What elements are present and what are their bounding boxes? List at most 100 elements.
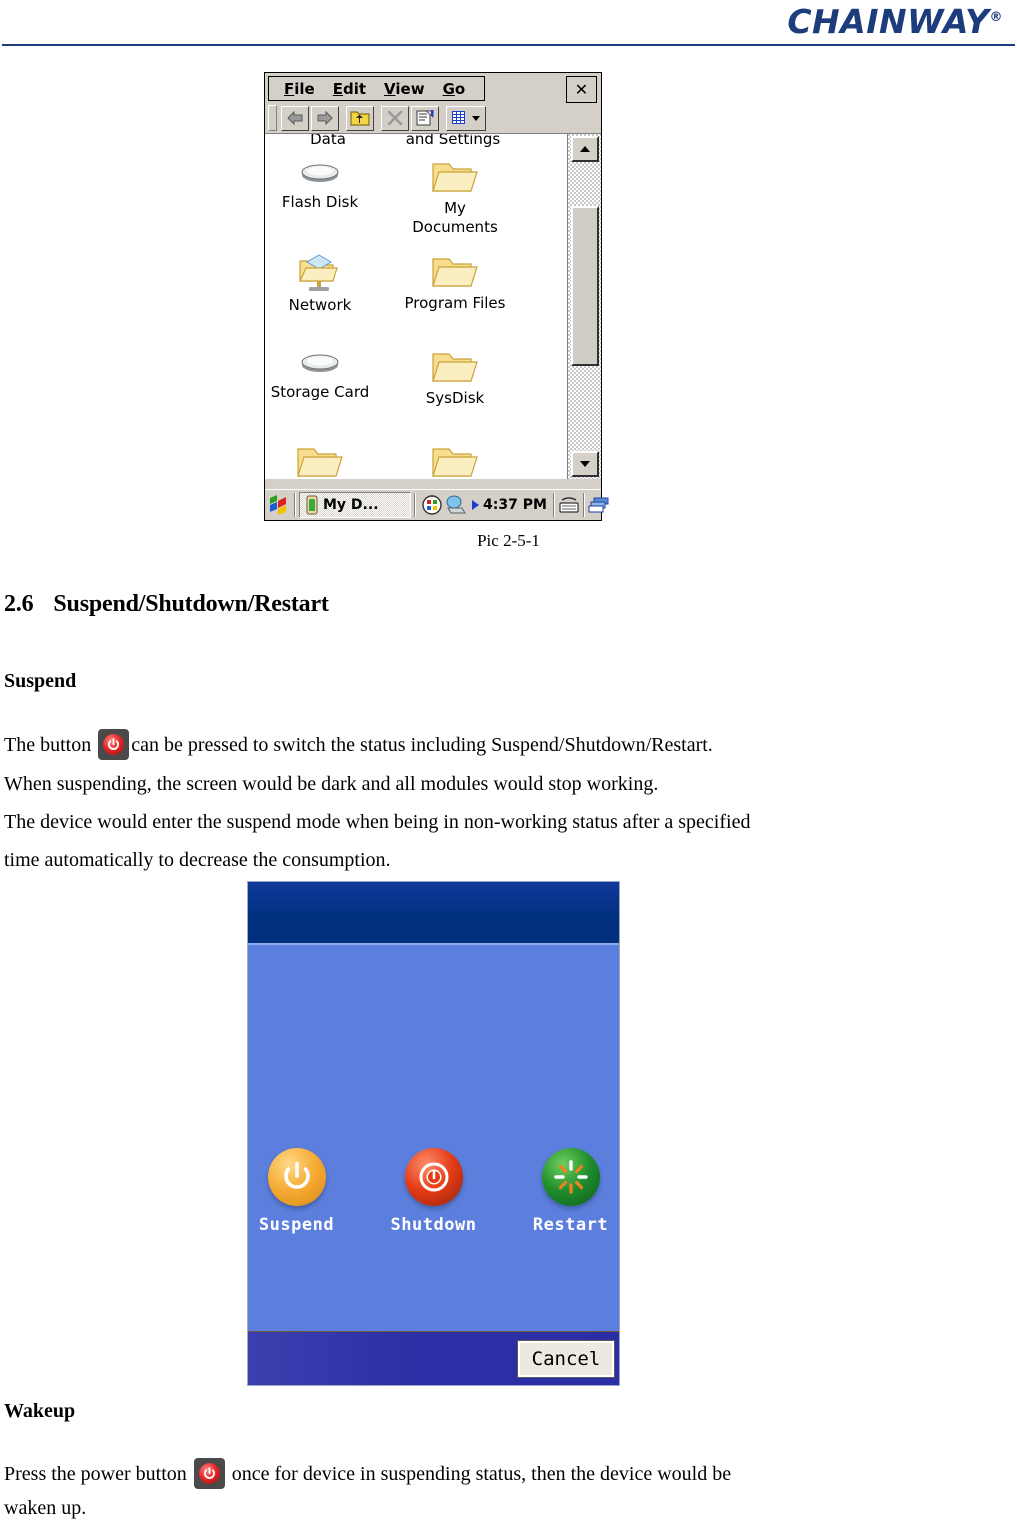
chainway-logo: CHAINWAY® bbox=[787, 2, 1003, 41]
network-folder-icon bbox=[299, 254, 338, 291]
explorer-item-storage-card[interactable]: Storage Card bbox=[265, 348, 375, 443]
brand-name: CHAINWAY bbox=[787, 2, 990, 41]
explorer-item-label: Program Files bbox=[404, 294, 506, 312]
explorer-icon-area: Data and Settings Flash Disk My Document… bbox=[265, 134, 565, 479]
taskbar-clock: 4:37 PM bbox=[483, 497, 547, 513]
explorer-item-flash-disk[interactable]: Flash Disk bbox=[265, 158, 375, 253]
taskbar-divider-3 bbox=[552, 493, 555, 517]
back-arrow-icon[interactable] bbox=[281, 105, 309, 131]
power-button-icon bbox=[193, 1458, 225, 1489]
menu-item-view[interactable]: View bbox=[375, 78, 434, 100]
registered-mark: ® bbox=[989, 10, 1003, 25]
figure-caption-1: Pic 2-5-1 bbox=[477, 531, 540, 550]
explorer-scrollbar[interactable] bbox=[567, 134, 601, 479]
suspend-line1-before: The button bbox=[4, 734, 92, 756]
explorer-item-label: My Documents bbox=[412, 199, 498, 237]
explorer-item-program-files[interactable]: Program Files bbox=[385, 253, 525, 348]
wakeup-line1-after: once for device in suspending status, th… bbox=[231, 1463, 732, 1485]
clipped-label-data: Data bbox=[310, 134, 346, 148]
suspend-heading: Suspend bbox=[4, 670, 77, 692]
explorer-item-my-documents[interactable]: My Documents bbox=[385, 158, 525, 253]
explorer-item-partial-left[interactable] bbox=[265, 443, 375, 479]
wakeup-paragraph-line-2: waken up. bbox=[4, 1497, 87, 1519]
folder-icon bbox=[297, 448, 343, 477]
wakeup-paragraph-line-1: Press the power button once for device i… bbox=[4, 1458, 731, 1489]
windows-start-icon[interactable] bbox=[267, 492, 291, 518]
menu-item-edit[interactable]: Edit bbox=[324, 78, 375, 100]
suspend-paragraph-line-1: The button can be pressed to switch the … bbox=[4, 729, 713, 760]
power-glyph bbox=[98, 729, 129, 760]
section-number: 2.6 bbox=[4, 591, 34, 617]
suspend-line1-after: can be pressed to switch the status incl… bbox=[131, 734, 713, 756]
explorer-menubar: File Edit View Go ✕ bbox=[265, 73, 601, 103]
menu-item-go-rest: o bbox=[454, 79, 466, 98]
explorer-taskbar: My D... 4:37 PM bbox=[265, 489, 609, 520]
tray-grid-icon bbox=[422, 495, 442, 515]
header-divider bbox=[2, 44, 1015, 46]
taskbar-divider-2 bbox=[414, 493, 416, 517]
explorer-icon-grid: Flash Disk My Documents Network Program … bbox=[265, 158, 565, 479]
view-list-dropdown-icon[interactable] bbox=[446, 105, 486, 131]
toolbar-grip[interactable] bbox=[268, 105, 277, 131]
dialog-header-bar bbox=[248, 882, 619, 945]
clipped-label-row: Data and Settings bbox=[265, 134, 565, 148]
wakeup-line1-before: Press the power button bbox=[4, 1463, 187, 1485]
explorer-item-sysdisk[interactable]: SysDisk bbox=[385, 348, 525, 443]
clipped-label-and-settings: and Settings bbox=[405, 134, 501, 148]
window-switch-icon[interactable] bbox=[588, 495, 610, 515]
taskbar-divider-4 bbox=[582, 493, 585, 517]
taskbar-task-my-documents[interactable]: My D... bbox=[299, 492, 411, 518]
menu-item-file[interactable]: File bbox=[275, 78, 324, 100]
menu-item-edit-rest: dit bbox=[342, 79, 367, 98]
power-shutdown-icon[interactable] bbox=[404, 1148, 463, 1206]
device-icon bbox=[306, 495, 318, 515]
restart-icon[interactable] bbox=[541, 1148, 600, 1206]
dialog-option-suspend[interactable]: Suspend bbox=[249, 1148, 344, 1235]
file-explorer-screenshot: File Edit View Go ✕ Data and Settings Fl… bbox=[264, 72, 609, 521]
suspend-paragraph-line-4: time automatically to decrease the consu… bbox=[4, 849, 391, 871]
taskbar-divider-1 bbox=[294, 493, 296, 517]
taskbar-task-label: My D... bbox=[323, 497, 379, 513]
scroll-down-icon[interactable] bbox=[571, 451, 599, 477]
dialog-options: Suspend Shutdown Restart bbox=[248, 1148, 619, 1235]
up-folder-icon[interactable] bbox=[346, 105, 374, 131]
menu-group: File Edit View Go bbox=[268, 76, 486, 101]
close-icon[interactable]: ✕ bbox=[566, 76, 597, 103]
dialog-option-label: Suspend bbox=[258, 1215, 335, 1235]
section-heading: 2.6 Suspend/Shutdown/Restart bbox=[4, 591, 329, 618]
scroll-up-icon[interactable] bbox=[571, 136, 599, 162]
dialog-option-restart[interactable]: Restart bbox=[523, 1148, 618, 1235]
dialog-footer: Cancel bbox=[248, 1331, 619, 1385]
scrollbar-thumb[interactable] bbox=[571, 206, 599, 366]
keyboard-icon[interactable] bbox=[558, 495, 580, 515]
delete-icon[interactable] bbox=[381, 105, 409, 131]
explorer-content: Data and Settings Flash Disk My Document… bbox=[265, 134, 601, 479]
explorer-item-label: Storage Card bbox=[270, 383, 370, 401]
power-suspend-icon[interactable] bbox=[267, 1148, 326, 1206]
explorer-item-network[interactable]: Network bbox=[265, 253, 375, 348]
menu-item-file-rest: ile bbox=[294, 79, 315, 98]
dialog-option-label: Shutdown bbox=[390, 1215, 477, 1235]
dialog-body: Suspend Shutdown Restart bbox=[248, 945, 619, 1331]
disk-drive-icon bbox=[301, 164, 339, 182]
folder-icon bbox=[432, 163, 478, 192]
menu-item-go[interactable]: Go bbox=[434, 78, 475, 100]
forward-arrow-icon[interactable] bbox=[311, 105, 339, 131]
folder-icon bbox=[432, 353, 478, 382]
page-header: CHAINWAY® bbox=[0, 0, 1017, 46]
suspend-paragraph-line-3: The device would enter the suspend mode … bbox=[4, 811, 751, 833]
taskbar-tray: 4:37 PM bbox=[419, 495, 550, 515]
menubar-spacer bbox=[485, 76, 566, 103]
properties-icon[interactable] bbox=[411, 105, 439, 131]
explorer-item-partial-right[interactable] bbox=[385, 443, 525, 479]
section-title: Suspend/Shutdown/Restart bbox=[53, 591, 329, 617]
explorer-item-label: SysDisk bbox=[425, 389, 485, 407]
explorer-item-label: Flash Disk bbox=[281, 193, 359, 211]
label-line-2: Documents bbox=[412, 218, 498, 236]
dialog-option-label: Restart bbox=[532, 1215, 609, 1235]
suspend-dialog-screenshot: Suspend Shutdown Restart Cancel bbox=[247, 881, 620, 1386]
power-glyph bbox=[194, 1458, 225, 1489]
wakeup-heading: Wakeup bbox=[4, 1400, 76, 1422]
dialog-option-shutdown[interactable]: Shutdown bbox=[386, 1148, 481, 1235]
cancel-button[interactable]: Cancel bbox=[517, 1339, 615, 1378]
